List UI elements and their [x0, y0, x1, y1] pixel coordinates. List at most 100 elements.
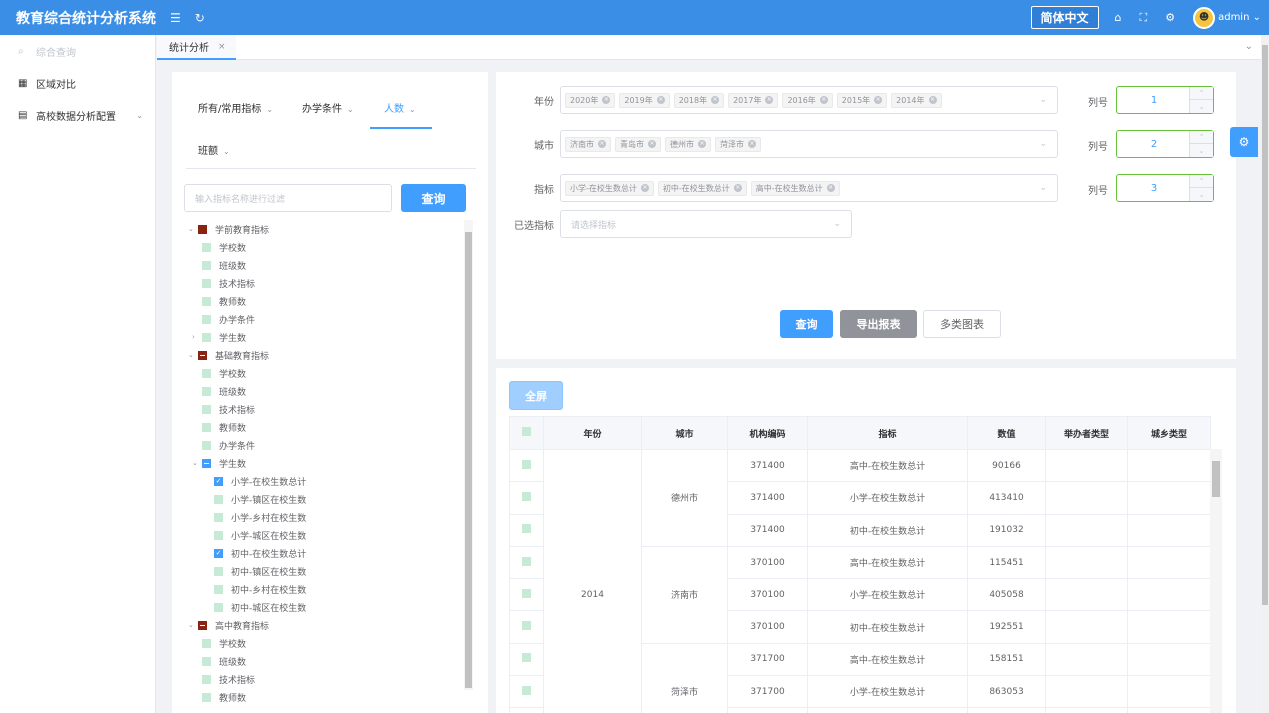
sidebar-item-config[interactable]: ▤ 高校数据分析配置 ⌄: [0, 99, 155, 131]
chevron-down-icon[interactable]: ⌄: [1245, 41, 1253, 52]
tree-node[interactable]: 初中-镇区在校生数: [188, 562, 462, 580]
selected-indicator-select[interactable]: 请选择指标 ⌄: [560, 210, 852, 238]
category-tab-class[interactable]: 班额 ⌄: [198, 142, 230, 157]
tree-node[interactable]: 小学-镇区在校生数: [188, 490, 462, 508]
table-scrollbar[interactable]: [1210, 449, 1222, 713]
year-chip[interactable]: 2020年 ×: [565, 92, 616, 108]
settings-icon[interactable]: ⚙: [1165, 11, 1175, 24]
tree-node[interactable]: 技术指标: [188, 670, 462, 688]
tree-node[interactable]: ⌄ 学生数: [188, 454, 462, 472]
row-checkbox[interactable]: [509, 578, 544, 612]
language-button[interactable]: 简体中文: [1030, 6, 1099, 29]
row-checkbox[interactable]: [509, 481, 544, 515]
charts-button[interactable]: 多类图表: [923, 310, 1001, 338]
tree-node[interactable]: › 学生数: [188, 328, 462, 346]
tree-node[interactable]: 小学-乡村在校生数: [188, 508, 462, 526]
tree-node[interactable]: 学校数: [188, 364, 462, 382]
page-scrollbar[interactable]: [1261, 35, 1269, 713]
tree-node[interactable]: ⌄ 高中教育指标: [188, 616, 462, 634]
column-stepper-1[interactable]: 1 ⌃ ⌄: [1116, 86, 1214, 114]
tree-node[interactable]: 班级数: [188, 652, 462, 670]
username[interactable]: admin: [1218, 12, 1249, 23]
row-checkbox[interactable]: [509, 513, 544, 547]
row-checkbox[interactable]: [509, 642, 544, 677]
tree-node[interactable]: 技术指标: [188, 274, 462, 292]
column-stepper-2[interactable]: 2 ⌃ ⌄: [1116, 130, 1214, 158]
close-icon[interactable]: ×: [218, 42, 226, 52]
table-row: 2014 德州市 371400 高中-在校生数总计 90166: [509, 448, 1211, 713]
menu-icon[interactable]: ☰: [170, 11, 181, 25]
year-chip[interactable]: 2014年 ×: [891, 92, 942, 108]
column-header[interactable]: 城市: [641, 416, 728, 450]
tree-node[interactable]: 技术指标: [188, 400, 462, 418]
increment-icon: ⌃: [1189, 87, 1213, 100]
value-cell: 158151: [967, 642, 1046, 677]
year-chip[interactable]: 2019年 ×: [619, 92, 670, 108]
city-select[interactable]: 济南市 × 青岛市 × 德州市 × 菏泽市 × ⌄: [560, 130, 1058, 158]
fullscreen-icon[interactable]: ⛶: [1140, 11, 1148, 25]
tree-node[interactable]: 班级数: [188, 382, 462, 400]
chevron-down-icon: ⌄: [136, 110, 143, 120]
query-button[interactable]: 查询: [780, 310, 833, 338]
row-checkbox[interactable]: [509, 707, 544, 713]
column-header[interactable]: 城乡类型: [1127, 416, 1211, 450]
category-tab-common[interactable]: 所有/常用指标 ⌄: [198, 100, 273, 115]
column-header[interactable]: 指标: [807, 416, 968, 450]
home-icon[interactable]: ⌂: [1115, 11, 1122, 24]
city-chip[interactable]: 青岛市 ×: [615, 136, 661, 152]
indicator-chip[interactable]: 高中-在校生数总计 ×: [750, 180, 840, 196]
column-stepper-3[interactable]: 3 ⌃ ⌄: [1116, 174, 1214, 202]
column-header[interactable]: 年份: [543, 416, 642, 450]
row-checkbox[interactable]: [509, 545, 544, 580]
row-checkbox[interactable]: [509, 448, 544, 483]
close-icon: ×: [748, 140, 756, 148]
column-header[interactable]: 数值: [967, 416, 1046, 450]
tree-node[interactable]: ✓ 初中-在校生数总计: [188, 544, 462, 562]
city-chip[interactable]: 济南市 ×: [565, 136, 611, 152]
city-chip[interactable]: 德州市 ×: [665, 136, 711, 152]
row-checkbox[interactable]: [509, 610, 544, 644]
filter-input[interactable]: 输入指标名称进行过滤: [184, 184, 392, 212]
year-chip[interactable]: 2017年 ×: [728, 92, 779, 108]
avatar-icon[interactable]: ☻: [1193, 6, 1216, 29]
export-button[interactable]: 导出报表: [840, 310, 917, 338]
tree-scrollbar[interactable]: [464, 220, 473, 690]
indicator-chip[interactable]: 小学-在校生数总计 ×: [565, 180, 654, 196]
tree-node[interactable]: 小学-城区在校生数: [188, 526, 462, 544]
sidebar-item-region-compare[interactable]: ▦ 区域对比: [0, 67, 155, 99]
indicator-chip[interactable]: 初中-在校生数总计 ×: [657, 180, 747, 196]
row-checkbox[interactable]: [509, 675, 544, 709]
tree-node[interactable]: 教师数: [188, 418, 462, 436]
column-header[interactable]: 举办者类型: [1045, 416, 1128, 450]
column-header[interactable]: 机构编码: [727, 416, 808, 450]
tree-node[interactable]: 学校数: [188, 238, 462, 256]
chevron-down-icon[interactable]: ⌄: [1249, 12, 1261, 23]
tree-node[interactable]: ⌄ 学前教育指标: [188, 220, 462, 238]
table-header: 年份 城市 机构编码 指标 数值 举办者类型 城乡类型: [509, 416, 1211, 450]
tree-node[interactable]: 教师数: [188, 292, 462, 310]
refresh-icon[interactable]: ↻: [195, 11, 205, 25]
indicator-select[interactable]: 小学-在校生数总计 × 初中-在校生数总计 × 高中-在校生数总计 × ⌄: [560, 174, 1058, 202]
year-chip[interactable]: 2018年 ×: [673, 92, 725, 108]
year-chip[interactable]: 2015年 ×: [836, 92, 888, 108]
tree-node[interactable]: 办学条件: [188, 436, 462, 454]
category-tab-people[interactable]: 人数 ⌄: [370, 100, 432, 129]
fullscreen-button[interactable]: 全屏: [509, 381, 563, 410]
sidebar-item-search[interactable]: ⌕ 综合查询: [0, 35, 155, 67]
tab-statistics[interactable]: 统计分析 ×: [157, 35, 236, 60]
year-chip[interactable]: 2016年 ×: [782, 92, 833, 108]
filter-query-button[interactable]: 查询: [401, 184, 466, 212]
tree-node[interactable]: 班级数: [188, 256, 462, 274]
settings-icon[interactable]: ⚙: [1230, 127, 1258, 157]
city-chip[interactable]: 菏泽市 ×: [715, 136, 761, 152]
tree-node[interactable]: ⌄ 基础教育指标: [188, 346, 462, 364]
category-tab-conditions[interactable]: 办学条件 ⌄: [302, 100, 354, 115]
tree-node[interactable]: 教师数: [188, 688, 462, 706]
tree-node[interactable]: 办学条件: [188, 310, 462, 328]
year-select[interactable]: 2020年 × 2019年 × 2018年 × 2017年 × 2016年 × 2015年…: [560, 86, 1058, 114]
tree-node[interactable]: 学校数: [188, 634, 462, 652]
tree-node[interactable]: 初中-城区在校生数: [188, 598, 462, 616]
tree-node[interactable]: 初中-乡村在校生数: [188, 580, 462, 598]
select-all-checkbox[interactable]: [509, 416, 544, 450]
tree-node[interactable]: ✓ 小学-在校生数总计: [188, 472, 462, 490]
